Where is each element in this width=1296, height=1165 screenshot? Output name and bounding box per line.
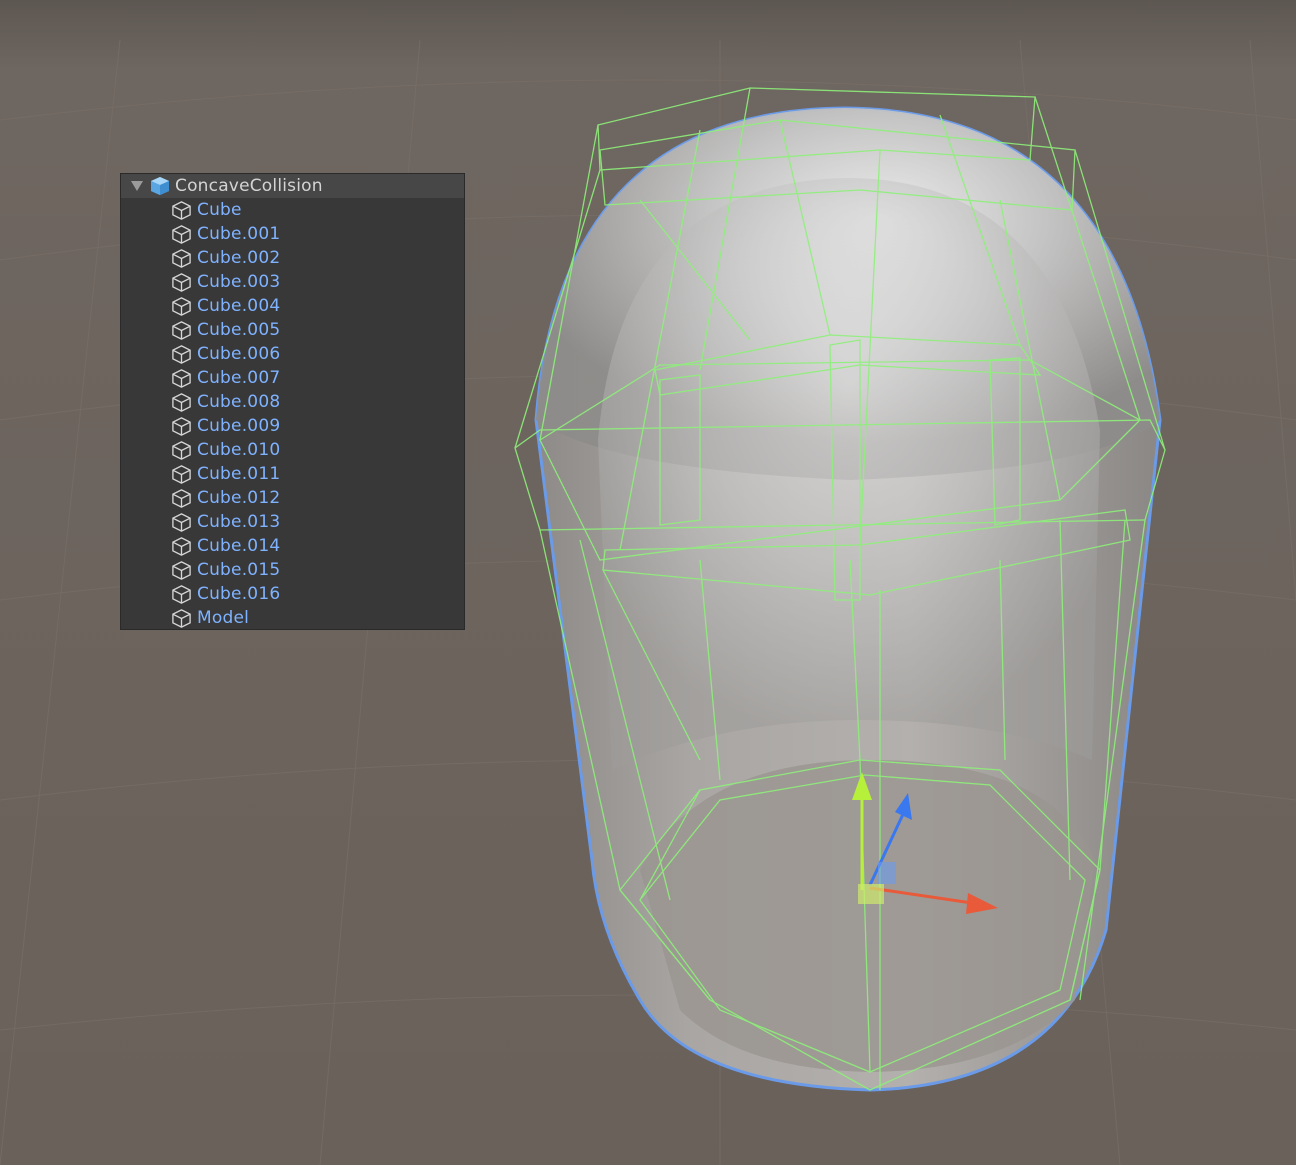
cube-icon (172, 320, 191, 340)
hierarchy-item-label: Cube.008 (197, 392, 281, 412)
hierarchy-item[interactable]: Cube.014 (121, 534, 464, 558)
hierarchy-item-label: Cube.011 (197, 464, 281, 484)
hierarchy-item[interactable]: Cube.016 (121, 582, 464, 606)
cube-icon (172, 272, 191, 292)
hierarchy-item-label: Cube.013 (197, 512, 281, 532)
cube-icon (172, 248, 191, 268)
hierarchy-item[interactable]: Cube.013 (121, 510, 464, 534)
hierarchy-item-label: Cube.001 (197, 224, 281, 244)
hierarchy-item-label: Cube.009 (197, 416, 281, 436)
scene-viewport[interactable]: ConcaveCollision Cube Cube.001 Cube.002 … (0, 0, 1296, 1165)
cube-icon (172, 608, 191, 628)
hierarchy-item-label: Cube.007 (197, 368, 281, 388)
hierarchy-item[interactable]: Cube.009 (121, 414, 464, 438)
gizmo-yz-plane-handle[interactable] (878, 862, 896, 884)
cube-icon (172, 296, 191, 316)
cube-icon (172, 440, 191, 460)
cube-icon (172, 392, 191, 412)
hierarchy-item[interactable]: Cube.001 (121, 222, 464, 246)
hierarchy-item-label: Cube.016 (197, 584, 281, 604)
hierarchy-item[interactable]: Cube.007 (121, 366, 464, 390)
hierarchy-item-label: Cube.003 (197, 272, 281, 292)
cube-icon (172, 512, 191, 532)
hierarchy-item-label: Cube (197, 200, 242, 220)
hierarchy-item-label: Cube.006 (197, 344, 281, 364)
hierarchy-item[interactable]: Cube.004 (121, 294, 464, 318)
hierarchy-root-label: ConcaveCollision (175, 176, 323, 196)
hierarchy-item[interactable]: Cube.012 (121, 486, 464, 510)
hierarchy-item-label: Model (197, 608, 250, 628)
hierarchy-item[interactable]: Cube.008 (121, 390, 464, 414)
expand-arrow-icon[interactable] (131, 181, 143, 191)
cube-icon (172, 488, 191, 508)
cube-icon (172, 224, 191, 244)
hierarchy-item[interactable]: Cube.006 (121, 342, 464, 366)
hierarchy-item-label: Cube.014 (197, 536, 281, 556)
hierarchy-panel[interactable]: ConcaveCollision Cube Cube.001 Cube.002 … (121, 174, 464, 629)
cube-icon (172, 560, 191, 580)
hierarchy-item[interactable]: Cube.011 (121, 462, 464, 486)
hierarchy-root-item[interactable]: ConcaveCollision (121, 174, 464, 198)
cube-icon (172, 464, 191, 484)
cube-icon (172, 536, 191, 556)
cube-icon (172, 200, 191, 220)
hierarchy-item-label: Cube.002 (197, 248, 281, 268)
cube-icon (172, 584, 191, 604)
hierarchy-item-label: Cube.012 (197, 488, 281, 508)
capsule-model[interactable] (534, 106, 1162, 1092)
hierarchy-item-model[interactable]: Model (121, 606, 464, 630)
hierarchy-item[interactable]: Cube.010 (121, 438, 464, 462)
hierarchy-item[interactable]: Cube.002 (121, 246, 464, 270)
hierarchy-item[interactable]: Cube.015 (121, 558, 464, 582)
hierarchy-children: Cube Cube.001 Cube.002 Cube.003 Cube.004… (121, 198, 464, 630)
hierarchy-item[interactable]: Cube.005 (121, 318, 464, 342)
hierarchy-item-label: Cube.015 (197, 560, 281, 580)
cube-icon (172, 344, 191, 364)
cube-icon (172, 368, 191, 388)
prefab-cube-icon (151, 177, 169, 195)
hierarchy-item-label: Cube.005 (197, 320, 281, 340)
hierarchy-item[interactable]: Cube (121, 198, 464, 222)
hierarchy-item[interactable]: Cube.003 (121, 270, 464, 294)
hierarchy-item-label: Cube.010 (197, 440, 281, 460)
hierarchy-item-label: Cube.004 (197, 296, 281, 316)
gizmo-plane-handle[interactable] (858, 884, 884, 904)
capsule-inner-floor (640, 760, 1095, 1072)
cube-icon (172, 416, 191, 436)
